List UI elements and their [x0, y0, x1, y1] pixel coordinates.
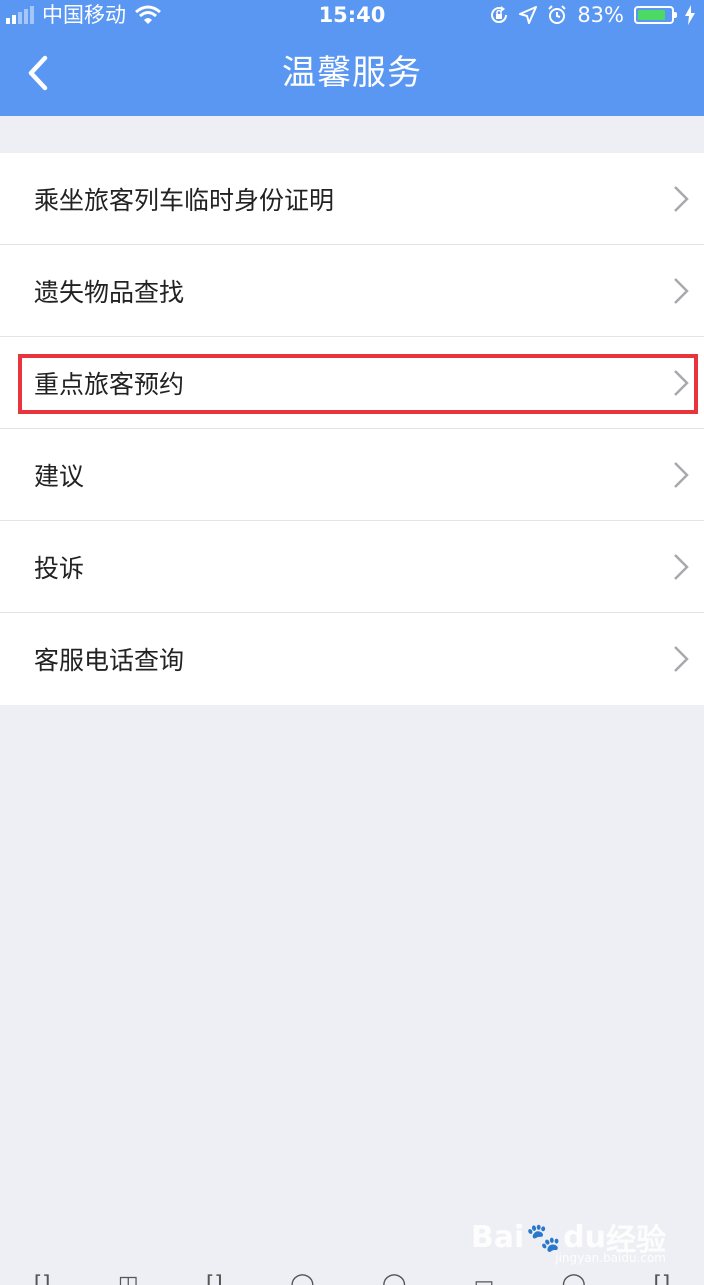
menu-item-label: 投诉	[34, 553, 85, 583]
page-title: 温馨服务	[282, 53, 422, 93]
toolbar-icon: ◯	[381, 1272, 407, 1285]
chevron-left-icon	[28, 55, 48, 91]
service-menu: 乘坐旅客列车临时身份证明 遗失物品查找 重点旅客预约 建议 投诉 客服电话查询	[0, 153, 704, 705]
toolbar-icon: ⌈⌉	[205, 1272, 223, 1285]
menu-item-label: 乘坐旅客列车临时身份证明	[34, 185, 335, 215]
charging-icon	[685, 5, 695, 25]
back-button[interactable]	[14, 46, 62, 100]
menu-item-label: 重点旅客预约	[34, 369, 185, 399]
menu-item-temporary-id-proof[interactable]: 乘坐旅客列车临时身份证明	[0, 153, 704, 245]
menu-item-lost-items[interactable]: 遗失物品查找	[0, 245, 704, 337]
chevron-right-icon	[674, 370, 689, 396]
menu-item-complaint[interactable]: 投诉	[0, 521, 704, 613]
chevron-right-icon	[674, 278, 689, 304]
location-icon	[519, 6, 538, 24]
toolbar-icon: ⌈⌉	[33, 1272, 51, 1285]
watermark-brand: Bai	[470, 1219, 525, 1255]
paw-icon: 🐾	[526, 1220, 562, 1254]
menu-item-suggestion[interactable]: 建议	[0, 429, 704, 521]
chevron-right-icon	[674, 186, 689, 212]
top-bar: 中国移动 15:40 83% 温馨服务	[0, 0, 704, 116]
toolbar-icon: ▭	[473, 1272, 495, 1285]
menu-item-customer-service-phone[interactable]: 客服电话查询	[0, 613, 704, 705]
nav-bar: 温馨服务	[0, 30, 704, 116]
watermark-url: jingyan.baidu.com	[555, 1251, 666, 1265]
chevron-right-icon	[674, 462, 689, 488]
status-bar: 中国移动 15:40 83%	[0, 0, 704, 30]
bottom-toolbar-fragment: ⌈⌉ ◫ ⌈⌉ ◯ ◯ ▭ ◯ ⌈⌉	[0, 1272, 704, 1285]
menu-item-label: 客服电话查询	[34, 646, 185, 675]
chevron-right-icon	[674, 554, 689, 580]
baidu-jingyan-watermark: Bai 🐾 du 经验 jingyan.baidu.com	[470, 1215, 666, 1266]
alarm-icon	[548, 5, 567, 24]
chevron-right-icon	[674, 646, 689, 672]
toolbar-icon: ◯	[561, 1272, 587, 1285]
toolbar-icon: ◫	[117, 1272, 139, 1285]
battery-percent: 83%	[577, 3, 624, 27]
battery-icon	[634, 6, 677, 24]
status-right: 83%	[489, 0, 696, 30]
rotation-lock-icon	[491, 6, 508, 24]
watermark-brand-suffix: du	[563, 1219, 606, 1255]
menu-item-label: 建议	[34, 461, 85, 491]
toolbar-icon: ⌈⌉	[653, 1272, 671, 1285]
battery-fill	[638, 10, 665, 20]
toolbar-icon: ◯	[290, 1272, 315, 1285]
menu-item-label: 遗失物品查找	[34, 277, 185, 307]
menu-item-priority-passenger-booking[interactable]: 重点旅客预约	[0, 337, 704, 429]
